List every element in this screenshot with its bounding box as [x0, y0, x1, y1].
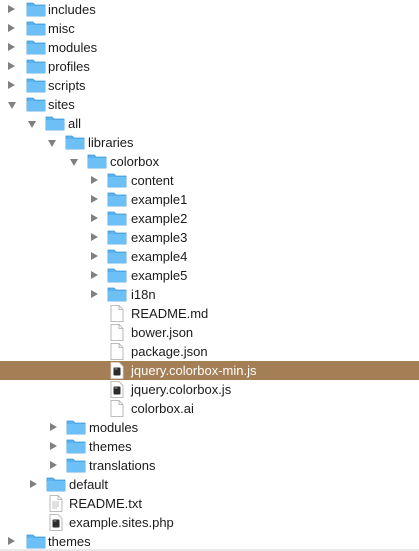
tree-row-jquery-colorbox-js[interactable]: jquery.colorbox.js [0, 380, 419, 399]
tree-label: scripts [48, 78, 86, 93]
disclosure-triangle-closed-icon[interactable] [91, 252, 98, 260]
tree-label: jquery.colorbox.js [131, 382, 232, 397]
tree-label: default [69, 477, 109, 492]
tree-row-jquery-colorbox-min-js[interactable]: jquery.colorbox-min.js [0, 361, 419, 380]
tree-row-content[interactable]: content [0, 171, 419, 190]
tree-row-default[interactable]: default [0, 475, 419, 494]
tree-label: modules [48, 40, 98, 55]
tree-row-readme-txt[interactable]: README.txt [0, 494, 419, 513]
tree-row-translations[interactable]: translations [0, 456, 419, 475]
disclosure-triangle-open-icon[interactable] [8, 102, 16, 109]
disclosure-triangle-closed-icon[interactable] [91, 176, 98, 184]
tree-label: all [68, 116, 82, 131]
tree-row-example-sites-php[interactable]: example.sites.php [0, 513, 419, 532]
disclosure-triangle-closed-icon[interactable] [91, 271, 98, 279]
tree-row-example2[interactable]: example2 [0, 209, 419, 228]
tree-label: colorbox.ai [131, 401, 194, 416]
disclosure-triangle-closed-icon[interactable] [50, 461, 57, 469]
tree-row-colorbox-ai[interactable]: colorbox.ai [0, 399, 419, 418]
tree-label: README.md [131, 306, 209, 321]
tree-label: includes [48, 2, 96, 17]
tree-label: example5 [131, 268, 188, 283]
tree-row-readme-md[interactable]: README.md [0, 304, 419, 323]
disclosure-triangle-closed-icon[interactable] [30, 480, 37, 488]
disclosure-triangle-open-icon[interactable] [48, 140, 56, 147]
disclosure-triangle-open-icon[interactable] [70, 159, 78, 166]
tree-label: jquery.colorbox-min.js [131, 363, 257, 378]
tree-row-package-json[interactable]: package.json [0, 342, 419, 361]
disclosure-triangle-closed-icon[interactable] [8, 62, 15, 70]
disclosure-triangle-closed-icon[interactable] [8, 81, 15, 89]
disclosure-triangle-closed-icon[interactable] [91, 214, 98, 222]
tree-label: modules [89, 420, 139, 435]
tree-row-sites[interactable]: sites [0, 95, 419, 114]
tree-row-scripts[interactable]: scripts [0, 76, 419, 95]
tree-row-modules[interactable]: modules [0, 38, 419, 57]
tree-label: translations [89, 458, 156, 473]
tree-label: content [131, 173, 174, 188]
tree-label: sites [48, 97, 75, 112]
tree-label: example.sites.php [69, 515, 174, 530]
tree-label: misc [48, 21, 75, 36]
tree-row-example5[interactable]: example5 [0, 266, 419, 285]
tree-row-example1[interactable]: example1 [0, 190, 419, 209]
tree-row-misc[interactable]: misc [0, 19, 419, 38]
tree-label: example2 [131, 211, 188, 226]
disclosure-triangle-closed-icon[interactable] [8, 537, 15, 545]
tree-row-example3[interactable]: example3 [0, 228, 419, 247]
tree-row-colorbox[interactable]: colorbox [0, 152, 419, 171]
disclosure-triangle-closed-icon[interactable] [91, 290, 98, 298]
tree-label: package.json [131, 344, 208, 359]
disclosure-triangle-closed-icon[interactable] [50, 423, 57, 431]
tree-label: i18n [131, 287, 156, 302]
tree-label: profiles [48, 59, 90, 74]
file-tree: includes misc modules profiles scripts s… [0, 0, 419, 551]
disclosure-triangle-open-icon[interactable] [28, 121, 36, 128]
disclosure-triangle-closed-icon[interactable] [91, 233, 98, 241]
tree-label: example4 [131, 249, 188, 264]
tree-label: colorbox [110, 154, 160, 169]
disclosure-triangle-closed-icon[interactable] [8, 43, 15, 51]
tree-row-bower-json[interactable]: bower.json [0, 323, 419, 342]
disclosure-triangle-closed-icon[interactable] [50, 442, 57, 450]
disclosure-triangle-closed-icon[interactable] [8, 24, 15, 32]
tree-label: README.txt [69, 496, 142, 511]
disclosure-triangle-closed-icon[interactable] [8, 5, 15, 13]
tree-row-libraries[interactable]: libraries [0, 133, 419, 152]
tree-row-all-modules[interactable]: modules [0, 418, 419, 437]
tree-row-all[interactable]: all [0, 114, 419, 133]
tree-row-profiles[interactable]: profiles [0, 57, 419, 76]
tree-row-example4[interactable]: example4 [0, 247, 419, 266]
tree-row-includes[interactable]: includes [0, 0, 419, 19]
tree-row-i18n[interactable]: i18n [0, 285, 419, 304]
tree-label: example1 [131, 192, 188, 207]
disclosure-triangle-closed-icon[interactable] [91, 195, 98, 203]
tree-label: example3 [131, 230, 188, 245]
tree-label: libraries [88, 135, 134, 150]
tree-label: themes [89, 439, 132, 454]
tree-label: bower.json [131, 325, 194, 340]
tree-row-all-themes[interactable]: themes [0, 437, 419, 456]
